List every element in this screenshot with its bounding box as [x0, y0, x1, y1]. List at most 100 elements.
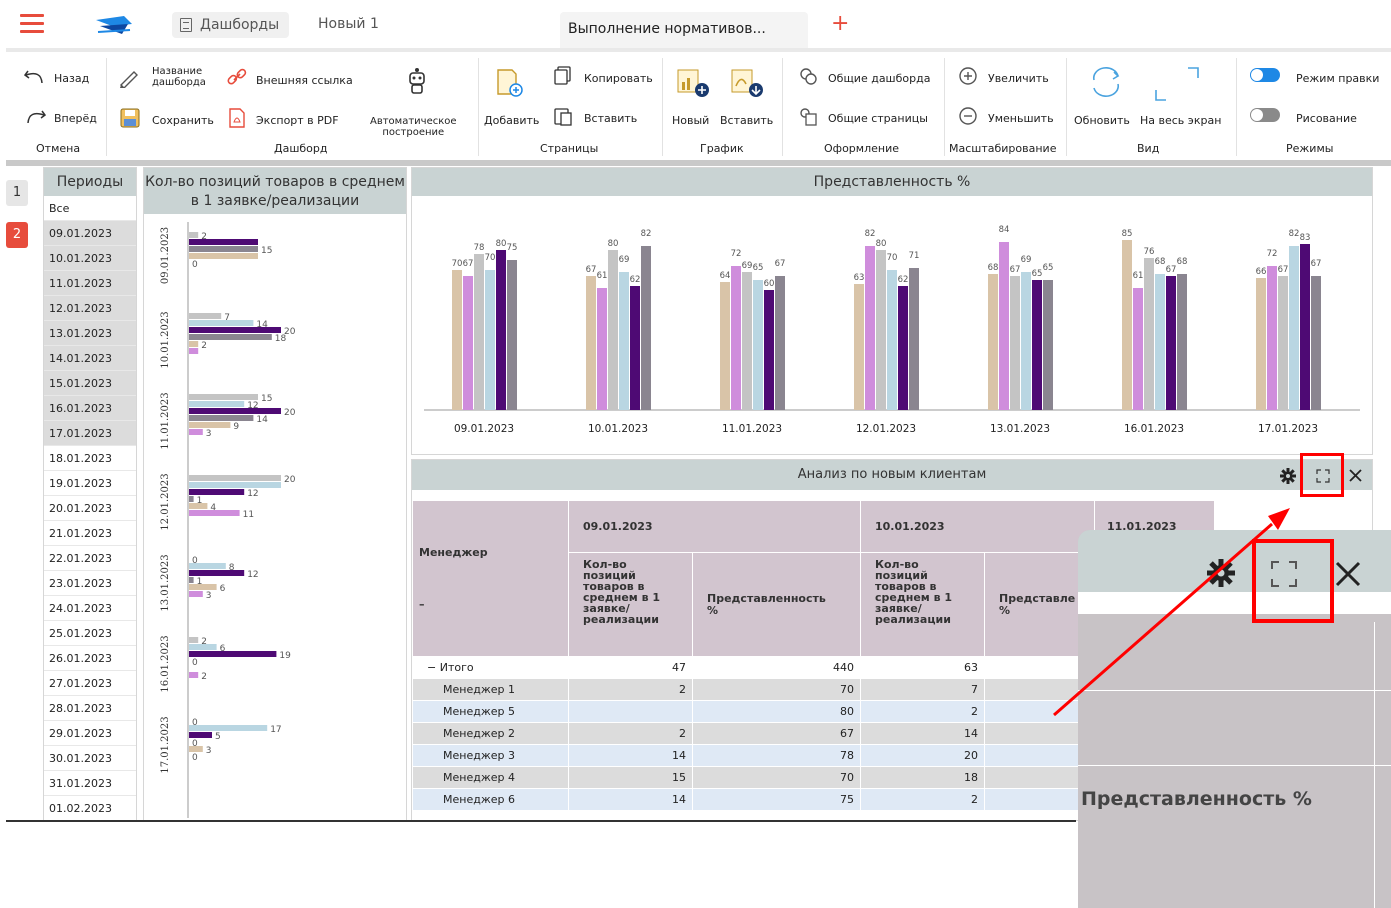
manager-cell: Менеджер 3	[412, 744, 569, 767]
period-item[interactable]: 11.01.2023	[44, 271, 136, 296]
period-item[interactable]: Все	[44, 196, 136, 221]
export-pdf-button[interactable]: Экспорт в PDF	[256, 114, 339, 127]
zoom-out-icon[interactable]	[958, 106, 978, 126]
zoom-grid-line	[1078, 690, 1391, 691]
period-item[interactable]: 27.01.2023	[44, 671, 136, 696]
collapse-dash[interactable]: –	[419, 598, 425, 611]
qty-bar	[189, 394, 258, 400]
menu-icon[interactable]	[20, 14, 44, 34]
period-item[interactable]: 12.01.2023	[44, 296, 136, 321]
fullscreen-button[interactable]: На весь экран	[1140, 114, 1221, 127]
paste-chart-icon[interactable]	[730, 66, 764, 98]
add-tab-button[interactable]: +	[831, 13, 849, 35]
tab-dashboards[interactable]: Дашборды	[172, 12, 290, 38]
period-item[interactable]: 26.01.2023	[44, 646, 136, 671]
period-item[interactable]: 31.01.2023	[44, 771, 136, 796]
pct-category-label: 09.01.2023	[454, 423, 514, 435]
pct-bar	[485, 270, 495, 410]
analysis-title: Анализ по новым клиентам	[797, 467, 987, 482]
period-item[interactable]: 21.01.2023	[44, 521, 136, 546]
bottom-border	[6, 820, 1076, 822]
period-item[interactable]: 29.01.2023	[44, 721, 136, 746]
new-chart-icon[interactable]	[676, 66, 710, 98]
pct-bar	[1256, 278, 1266, 410]
refresh-icon[interactable]	[1088, 66, 1124, 98]
close-icon[interactable]	[1348, 468, 1363, 483]
period-item[interactable]: 30.01.2023	[44, 746, 136, 771]
paste-icon[interactable]	[554, 106, 572, 126]
pdf-icon[interactable]	[228, 108, 246, 128]
manager-header[interactable]: Менеджер –	[412, 500, 569, 657]
zoom-in-button[interactable]: Увеличить	[988, 72, 1049, 85]
qty-chart-title: Кол-во позиций товаров в среднем в 1 зая…	[144, 168, 406, 214]
add-page-icon[interactable]	[496, 66, 524, 98]
forward-button[interactable]: Вперёд	[54, 112, 97, 125]
qty-bar	[189, 253, 258, 259]
zoom-in-icon[interactable]	[958, 66, 978, 86]
dashboard-name-button[interactable]: Название дашборда	[152, 66, 206, 88]
period-item[interactable]: 17.01.2023	[44, 421, 136, 446]
refresh-button[interactable]: Обновить	[1074, 114, 1130, 127]
value-cell: 75	[692, 788, 861, 811]
pct-bar	[731, 266, 741, 410]
pct-bar	[1155, 274, 1165, 410]
period-item[interactable]: 24.01.2023	[44, 596, 136, 621]
qty-bar-label: 0	[192, 658, 198, 668]
pencil-icon[interactable]	[118, 66, 140, 88]
paste-chart-button[interactable]: Вставить	[720, 114, 773, 127]
period-item[interactable]: 23.01.2023	[44, 571, 136, 596]
qty-category-label: 11.01.2023	[160, 392, 171, 449]
auto-build-button[interactable]: Автоматическое построение	[370, 116, 457, 138]
tab-new-1[interactable]: Новый 1	[318, 16, 379, 32]
new-chart-button[interactable]: Новый	[672, 114, 709, 127]
period-item[interactable]: 22.01.2023	[44, 546, 136, 571]
pct-bar-label: 72	[731, 249, 742, 259]
shared-dashboards-icon[interactable]	[798, 66, 818, 86]
save-icon[interactable]	[120, 108, 140, 128]
zoom-out-button[interactable]: Уменьшить	[988, 112, 1054, 125]
period-item[interactable]: 19.01.2023	[44, 471, 136, 496]
period-item[interactable]: 25.01.2023	[44, 621, 136, 646]
value-cell: 20	[860, 744, 985, 767]
period-item[interactable]: 10.01.2023	[44, 246, 136, 271]
value-cell: 70	[692, 678, 861, 701]
period-item[interactable]: 13.01.2023	[44, 321, 136, 346]
value-cell: 78	[692, 744, 861, 767]
edit-mode-toggle[interactable]	[1250, 68, 1280, 82]
qty-bar	[189, 408, 281, 414]
period-item[interactable]: 14.01.2023	[44, 346, 136, 371]
save-button[interactable]: Сохранить	[152, 114, 214, 127]
gear-icon[interactable]	[1280, 468, 1296, 484]
period-item[interactable]: 16.01.2023	[44, 396, 136, 421]
link-icon[interactable]	[226, 66, 248, 88]
date-header-2: 10.01.2023	[860, 499, 1095, 554]
page-tab-2[interactable]: 2	[6, 222, 28, 248]
page-tab-1[interactable]: 1	[6, 180, 28, 206]
redo-icon[interactable]	[24, 106, 46, 126]
shared-dashboards-button[interactable]: Общие дашборда	[828, 72, 930, 85]
fullscreen-icon[interactable]	[1152, 66, 1202, 102]
period-item[interactable]: 15.01.2023	[44, 371, 136, 396]
pct-bar	[1043, 280, 1053, 410]
paste-page-button[interactable]: Вставить	[584, 112, 637, 125]
period-item[interactable]: 20.01.2023	[44, 496, 136, 521]
period-item[interactable]: 01.02.2023	[44, 796, 136, 821]
tab-active-dashboard[interactable]: Выполнение нормативов...	[560, 12, 808, 48]
drawing-toggle[interactable]	[1250, 108, 1280, 122]
period-item[interactable]: 28.01.2023	[44, 696, 136, 721]
copy-icon[interactable]	[554, 66, 572, 86]
external-link-button[interactable]: Внешняя ссылка	[256, 74, 353, 87]
period-item[interactable]: 09.01.2023	[44, 221, 136, 246]
pct-bar-label: 83	[1300, 233, 1311, 243]
pct-chart-title: Представленность %	[412, 168, 1372, 196]
robot-icon[interactable]	[406, 66, 428, 96]
undo-icon[interactable]	[24, 66, 46, 86]
pct-bar	[474, 254, 484, 410]
shared-pages-button[interactable]: Общие страницы	[828, 112, 928, 125]
period-item[interactable]: 18.01.2023	[44, 446, 136, 471]
qty-bar	[189, 475, 281, 481]
shared-pages-icon[interactable]	[798, 106, 818, 126]
back-button[interactable]: Назад	[54, 72, 89, 85]
add-page-button[interactable]: Добавить	[484, 114, 539, 127]
copy-page-button[interactable]: Копировать	[584, 72, 653, 85]
